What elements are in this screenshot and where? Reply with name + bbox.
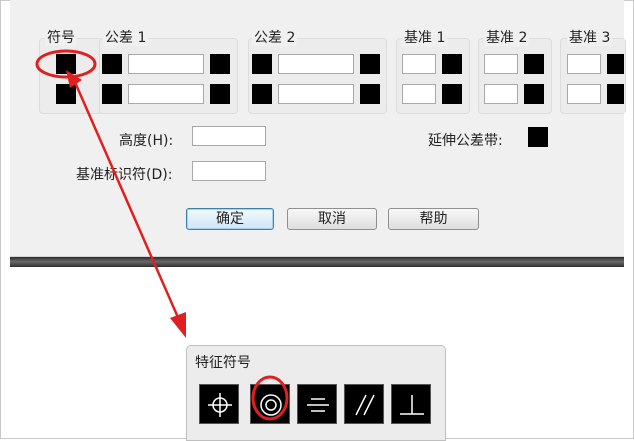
datum2-material-swatch-1[interactable] bbox=[524, 54, 544, 74]
perpendicularity-icon[interactable] bbox=[391, 384, 431, 424]
tol2-value-input-2[interactable] bbox=[278, 84, 354, 104]
datum3-material-swatch-2[interactable] bbox=[607, 84, 624, 104]
tol1-value-input-2[interactable] bbox=[128, 84, 204, 104]
cancel-button[interactable]: 取消 bbox=[287, 208, 377, 230]
datum1-material-swatch-1[interactable] bbox=[442, 54, 462, 74]
datum2-material-swatch-2[interactable] bbox=[524, 84, 544, 104]
help-button[interactable]: 帮助 bbox=[388, 208, 479, 230]
window-separator bbox=[10, 257, 624, 267]
projected-tolerance-zone-swatch[interactable] bbox=[528, 127, 548, 147]
concentricity-icon[interactable] bbox=[250, 384, 290, 424]
parallelism-icon[interactable] bbox=[344, 384, 384, 424]
tol1-material-swatch-1[interactable] bbox=[210, 54, 230, 74]
tol2-diameter-swatch-2[interactable] bbox=[252, 84, 272, 104]
tol2-diameter-swatch-1[interactable] bbox=[252, 54, 272, 74]
datum-1-label: 基准 1 bbox=[402, 30, 448, 46]
datum1-material-swatch-2[interactable] bbox=[442, 84, 462, 104]
tol1-value-input-1[interactable] bbox=[128, 54, 204, 74]
tol2-material-swatch-2[interactable] bbox=[360, 84, 380, 104]
tol1-diameter-swatch-2[interactable] bbox=[102, 84, 122, 104]
height-label: 高度(H): bbox=[119, 133, 174, 149]
symbol-column-label: 符号 bbox=[45, 30, 77, 46]
datum3-input-1[interactable] bbox=[567, 54, 601, 74]
datum-identifier-input[interactable] bbox=[192, 161, 266, 181]
datum2-input-2[interactable] bbox=[484, 84, 518, 104]
datum2-input-1[interactable] bbox=[484, 54, 518, 74]
popup-title: 特征符号 bbox=[195, 355, 251, 371]
feature-symbol-popup: 特征符号 bbox=[186, 345, 446, 441]
datum3-input-2[interactable] bbox=[567, 84, 601, 104]
datum3-material-swatch-1[interactable] bbox=[607, 54, 624, 74]
tol2-value-input-1[interactable] bbox=[278, 54, 354, 74]
height-input[interactable] bbox=[192, 126, 266, 146]
ok-button[interactable]: 确定 bbox=[186, 208, 274, 230]
geometric-tolerance-dialog: 符号 公差 1 公差 2 基准 1 基准 2 基准 3 高度(H): 基准标识符… bbox=[10, 0, 626, 257]
position-icon[interactable] bbox=[199, 384, 239, 424]
projected-tolerance-zone-label: 延伸公差带: bbox=[428, 133, 503, 149]
datum1-input-2[interactable] bbox=[402, 84, 436, 104]
tol2-material-swatch-1[interactable] bbox=[360, 54, 380, 74]
symmetry-icon[interactable] bbox=[297, 384, 337, 424]
tol1-diameter-swatch-1[interactable] bbox=[102, 54, 122, 74]
tolerance-2-label: 公差 2 bbox=[252, 30, 298, 46]
datum-identifier-label: 基准标识符(D): bbox=[76, 167, 173, 183]
datum-3-label: 基准 3 bbox=[567, 30, 613, 46]
tol1-material-swatch-2[interactable] bbox=[210, 84, 230, 104]
datum1-input-1[interactable] bbox=[402, 54, 436, 74]
symbol-swatch-1[interactable] bbox=[56, 54, 76, 74]
symbol-swatch-2[interactable] bbox=[56, 84, 76, 104]
tolerance-1-label: 公差 1 bbox=[103, 30, 149, 46]
datum-2-label: 基准 2 bbox=[484, 30, 530, 46]
